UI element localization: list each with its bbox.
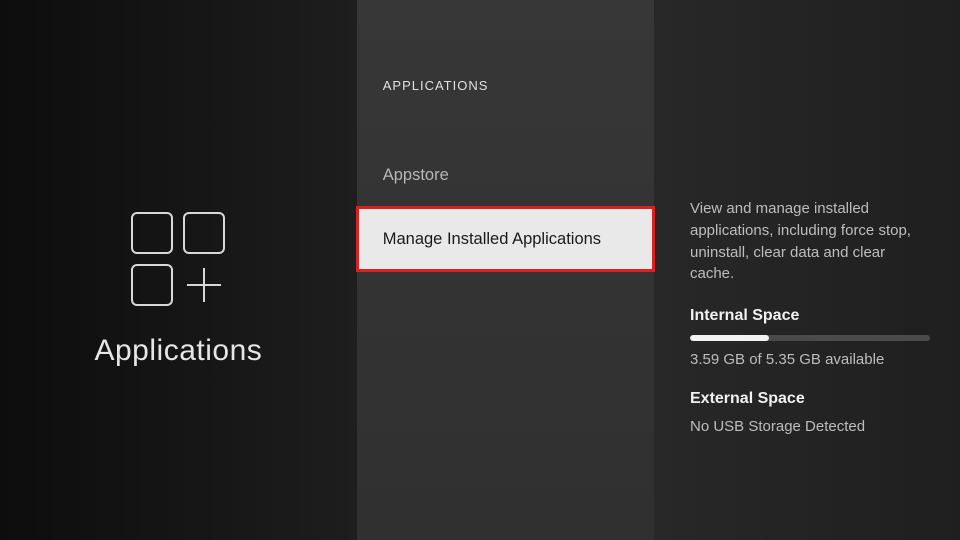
left-panel-title: Applications — [94, 334, 262, 368]
icon-square — [131, 264, 173, 306]
menu-panel: APPLICATIONS Appstore Manage Installed A… — [357, 0, 654, 540]
menu-item-label: Manage Installed Applications — [383, 230, 601, 249]
internal-storage-text: 3.59 GB of 5.35 GB available — [690, 351, 930, 368]
internal-storage-fill — [690, 335, 769, 341]
internal-storage-bar — [690, 335, 930, 341]
icon-square — [183, 212, 225, 254]
menu-item-manage-installed-applications[interactable]: Manage Installed Applications — [357, 207, 654, 271]
external-storage-text: No USB Storage Detected — [690, 418, 930, 435]
menu-item-appstore[interactable]: Appstore — [357, 143, 654, 207]
applications-icon — [131, 212, 225, 306]
external-space-title: External Space — [690, 390, 930, 408]
internal-space-title: Internal Space — [690, 307, 930, 325]
menu-item-label: Appstore — [383, 166, 449, 185]
menu-header: APPLICATIONS — [357, 78, 654, 143]
left-panel: Applications — [0, 0, 357, 540]
detail-panel: View and manage installed applications, … — [654, 0, 960, 540]
plus-icon — [183, 264, 225, 306]
detail-description: View and manage installed applications, … — [690, 198, 930, 285]
icon-square — [131, 212, 173, 254]
